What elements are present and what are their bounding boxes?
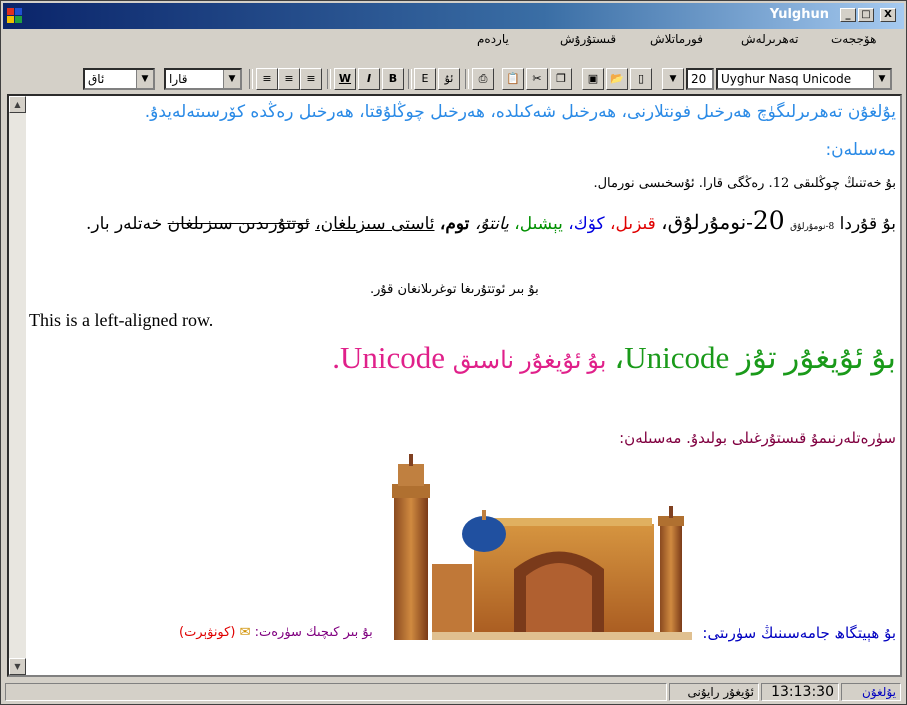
maximize-button[interactable]: □ bbox=[858, 8, 874, 22]
color-value: قارا bbox=[169, 72, 188, 86]
small-image-line: بۇ بىر كىچىك سۈرەت: ✉ (كونۋېرت) bbox=[179, 625, 373, 640]
toolbar-separator bbox=[465, 69, 469, 89]
chevron-down-icon[interactable]: ▼ bbox=[873, 70, 890, 88]
paste-icon[interactable]: 📋 bbox=[502, 68, 524, 90]
color-select[interactable]: قارا ▼ bbox=[164, 68, 242, 90]
scroll-up-icon[interactable]: ▲ bbox=[9, 96, 26, 113]
unicode-comma: ، bbox=[614, 340, 625, 375]
title-bar[interactable]: Yulghun _ □ X bbox=[3, 3, 904, 29]
toolbar-separator bbox=[249, 69, 253, 89]
menu-format[interactable]: فورماتلاش bbox=[650, 32, 703, 46]
status-bar: ئۇيغۇر رايۇنى 13:13:30 يۇلغۇن bbox=[3, 681, 904, 703]
cut-icon[interactable]: ✂ bbox=[526, 68, 548, 90]
red-word: قىزىل، bbox=[610, 214, 656, 234]
bold-word: توم، bbox=[439, 214, 470, 234]
centered-line: بۇ بىر ئوتتۇرىغا توغرىلانغان قۇر. bbox=[370, 282, 539, 297]
green-uyghur-text: بۇ ئۇيغۇر تۇز bbox=[737, 340, 896, 375]
tiny-num: 8 bbox=[828, 222, 835, 232]
tiny-word: -نومۇرلۇق bbox=[790, 222, 829, 232]
italic-word: يانتۇ، bbox=[474, 214, 509, 234]
green-unicode-text: Unicode bbox=[624, 340, 730, 375]
menu-insert[interactable]: قىستۇرۇش bbox=[560, 32, 616, 46]
status-cell-empty bbox=[5, 683, 667, 701]
window-title: Yulghun bbox=[769, 7, 829, 22]
image-caption: بۇ ھېيتگاھ جامەسىنىڭ سۈرىتى: bbox=[702, 624, 896, 642]
status-time: 13:13:30 bbox=[761, 683, 839, 701]
bold-button[interactable]: B bbox=[382, 68, 404, 90]
bgcolor-value: ئاق bbox=[88, 72, 105, 86]
font-size-down-icon[interactable]: ▼ bbox=[662, 68, 684, 90]
minimize-button[interactable]: _ bbox=[840, 8, 856, 22]
menu-help[interactable]: ياردەم bbox=[477, 32, 509, 46]
font-name-select[interactable]: Uyghur Nasq Unicode ▼ bbox=[716, 68, 892, 90]
toolbar-separator bbox=[327, 69, 331, 89]
styled-prefix: بۇ قۇردا bbox=[839, 214, 896, 234]
pink-unicode-text: Unicode. bbox=[332, 340, 445, 375]
underline-button[interactable]: W bbox=[334, 68, 356, 90]
underline-word: ئاستى سىزىلغان، bbox=[315, 214, 435, 234]
image-intro-line: سۈرەتلەرنىمۇ قىستۇرغىلى بولىدۇ. مەسىلەن: bbox=[619, 429, 896, 447]
toolbar: ئاق ▼ قارا ▼ ≡ ≡ ≡ W I B E ئۇ ⎙ 📋 ✂ ❐ ▣ … bbox=[3, 61, 904, 93]
status-mode: يۇلغۇن bbox=[841, 683, 901, 701]
align-left-button[interactable]: ≡ bbox=[256, 68, 278, 90]
pink-uyghur-text: بۇ ئۇيغۇر ناسىق bbox=[452, 348, 607, 374]
green-word: يېشىل، bbox=[514, 214, 563, 234]
close-button[interactable]: X bbox=[880, 8, 896, 22]
uyghur-button[interactable]: ئۇ bbox=[438, 68, 460, 90]
copy-icon[interactable]: ❐ bbox=[550, 68, 572, 90]
new-file-icon[interactable]: ▯ bbox=[630, 68, 652, 90]
font-size-value: 20 bbox=[691, 72, 707, 86]
envelope-icon: ✉ bbox=[239, 625, 251, 640]
save-icon[interactable]: ▣ bbox=[582, 68, 604, 90]
align-center-button[interactable]: ≡ bbox=[278, 68, 300, 90]
styled-text-line: بۇ قۇردا 8-نومۇرلۇق 20-نومۇرلۇق، قىزىل، … bbox=[86, 206, 896, 235]
edit-button[interactable]: E bbox=[414, 68, 436, 90]
font-name-value: Uyghur Nasq Unicode bbox=[721, 72, 852, 86]
big-num: 20 bbox=[752, 206, 785, 235]
example-label: مەسىلەن: bbox=[825, 140, 896, 160]
editor-area[interactable]: ▲ ▼ يۇلغۇن تەھرىرلىگۈچ ھەرخىل فونتلارنى،… bbox=[7, 94, 902, 677]
styled-suffix: خەتلەر بار. bbox=[86, 214, 163, 234]
toolbar-separator bbox=[408, 69, 412, 89]
chevron-down-icon[interactable]: ▼ bbox=[136, 70, 153, 88]
normal-text-line: بۇ خەتنىڭ چوڭلىقى 12. رەڭگى قارا. ئۇسخىس… bbox=[593, 176, 896, 191]
align-right-button[interactable]: ≡ bbox=[300, 68, 322, 90]
menu-file[interactable]: ھۆججەت bbox=[831, 32, 876, 46]
main-window: Yulghun _ □ X ھۆججەت تەھرىرلەش فورماتلاش… bbox=[0, 0, 907, 705]
unicode-line: بۇ ئۇيغۇر تۇز Unicode، بۇ ئۇيغۇر ناسىق U… bbox=[332, 340, 896, 376]
open-icon[interactable]: 📂 bbox=[606, 68, 628, 90]
chevron-down-icon[interactable]: ▼ bbox=[223, 70, 240, 88]
left-aligned-line: This is a left-aligned row. bbox=[29, 310, 214, 330]
app-icon[interactable] bbox=[7, 8, 23, 24]
small-image-label: بۇ بىر كىچىك سۈرەت: bbox=[254, 625, 373, 640]
italic-button[interactable]: I bbox=[358, 68, 380, 90]
menu-bar: ھۆججەت تەھرىرلەش فورماتلاش قىستۇرۇش يارد… bbox=[3, 29, 904, 51]
big-word: -نومۇرلۇق، bbox=[661, 210, 753, 234]
print-icon[interactable]: ⎙ bbox=[472, 68, 494, 90]
font-size-field[interactable]: 20 bbox=[686, 68, 714, 90]
envelope-label: (كونۋېرت) bbox=[179, 625, 236, 640]
scroll-down-icon[interactable]: ▼ bbox=[9, 658, 26, 675]
menu-edit[interactable]: تەھرىرلەش bbox=[741, 32, 798, 46]
status-keyboard: ئۇيغۇر رايۇنى bbox=[669, 683, 759, 701]
blue-word: كۆك، bbox=[568, 214, 605, 234]
intro-line: يۇلغۇن تەھرىرلىگۈچ ھەرخىل فونتلارنى، ھەر… bbox=[144, 102, 896, 122]
mosque-image bbox=[392, 454, 692, 640]
strike-word: ئوتتۇرىدىن سىزىلغان bbox=[167, 214, 310, 234]
vertical-scrollbar[interactable]: ▲ ▼ bbox=[9, 96, 26, 675]
bgcolor-select[interactable]: ئاق ▼ bbox=[83, 68, 155, 90]
